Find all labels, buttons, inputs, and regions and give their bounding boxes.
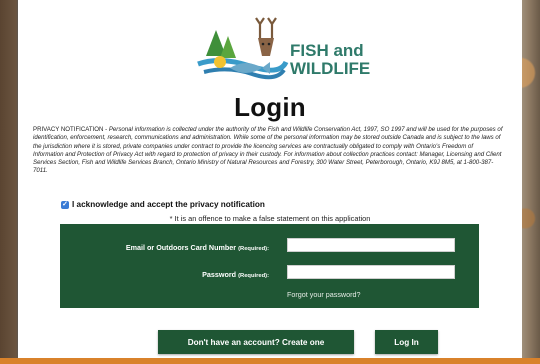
- fish-and-wildlife-logo: FISH and WILDLIFE: [190, 16, 395, 86]
- forgot-password-link[interactable]: Forgot your password?: [287, 290, 361, 299]
- footer-accent-bar: [0, 358, 540, 364]
- logo-line-1: FISH and: [290, 41, 364, 60]
- password-label: Password (Required):: [202, 270, 269, 279]
- email-field[interactable]: [287, 238, 455, 252]
- acknowledge-checkbox[interactable]: ✓: [61, 200, 69, 209]
- password-field[interactable]: [287, 265, 455, 279]
- offence-note: * It is an offence to make a false state…: [169, 214, 371, 223]
- page-title: Login: [234, 92, 306, 122]
- logo-text: FISH and WILDLIFE: [290, 42, 370, 78]
- login-card: FISH and WILDLIFE Login PRIVACY NOTIFICA…: [18, 0, 522, 358]
- login-form: Email or Outdoors Card Number (Required)…: [60, 224, 479, 308]
- email-label: Email or Outdoors Card Number (Required)…: [126, 243, 269, 252]
- password-required-text: (Required):: [238, 273, 269, 279]
- email-label-text: Email or Outdoors Card Number: [125, 243, 237, 252]
- privacy-body: Personal information is collected under …: [33, 126, 503, 175]
- email-required-text: (Required):: [238, 246, 269, 252]
- create-account-button[interactable]: Don't have an account? Create one: [158, 330, 354, 354]
- password-label-text: Password: [202, 270, 237, 279]
- acknowledge-row[interactable]: ✓ I acknowledge and accept the privacy n…: [61, 200, 265, 209]
- login-button[interactable]: Log In: [375, 330, 438, 354]
- privacy-lead: PRIVACY NOTIFICATION -: [33, 126, 109, 133]
- acknowledge-label: I acknowledge and accept the privacy not…: [72, 200, 265, 209]
- deer-fish-emblem-icon: [197, 17, 289, 80]
- logo-line-2: WILDLIFE: [290, 59, 371, 78]
- privacy-notification: PRIVACY NOTIFICATION - Personal informat…: [33, 126, 503, 176]
